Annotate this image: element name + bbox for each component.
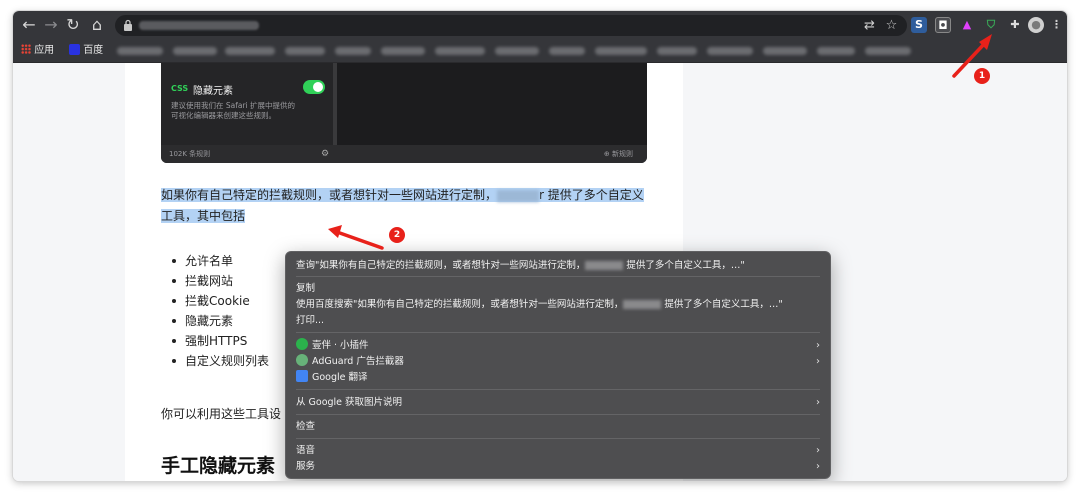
context-menu: 查询"如果你有自己特定的拦截规则，或者想针对一些网站进行定制， 提供了多个自定义…	[285, 251, 831, 479]
bookmark-blurred[interactable]	[381, 47, 425, 55]
hide-elements-title: 隐藏元素	[193, 86, 233, 97]
menu-item-print[interactable]: 打印...	[296, 313, 820, 328]
browser-window: ← → ↻ ⌂ ⇄ ☆ S ◘ ▲ ⛉ ✚ ● ⋮ 应用 百度 CSS 隐藏元素…	[13, 11, 1067, 481]
reload-icon[interactable]: ↻	[63, 15, 83, 35]
bookmark-blurred[interactable]	[117, 47, 163, 55]
list-item: 自定义规则列表	[171, 351, 269, 371]
blurred-word	[585, 261, 624, 270]
bookmark-blurred[interactable]	[707, 47, 753, 55]
camera-extension-icon[interactable]: ◘	[935, 17, 951, 33]
menu-kebab-icon[interactable]: ⋮	[1051, 17, 1062, 33]
bookmark-blurred[interactable]	[335, 47, 371, 55]
menu-item-inspect[interactable]: 检查	[296, 419, 820, 434]
translate-icon[interactable]: ⇄	[862, 18, 877, 33]
menu-item-image-description[interactable]: 从 Google 获取图片说明 ›	[296, 395, 820, 410]
page-viewport[interactable]: CSS 隐藏元素 建议使用我们在 Safari 扩展中提供的可视化编辑器来创建这…	[13, 63, 1067, 481]
menu-separator	[296, 438, 820, 439]
google-translate-icon	[296, 370, 308, 382]
apps-grid-icon	[21, 44, 31, 54]
url-text-blurred	[139, 21, 259, 30]
menu-separator	[296, 389, 820, 390]
bookmark-blurred[interactable]	[595, 47, 647, 55]
adguard-extension-icon[interactable]: ⛉	[983, 17, 999, 33]
panel-description: 建议使用我们在 Safari 扩展中提供的可视化编辑器来创建这些规则。	[171, 101, 296, 120]
address-bar[interactable]: ⇄ ☆	[115, 15, 907, 36]
menu-separator	[296, 276, 820, 277]
rule-count: 102K 条规则	[169, 150, 211, 158]
section-heading: 手工隐藏元素	[161, 455, 276, 477]
bookmark-blurred[interactable]	[763, 47, 807, 55]
chevron-right-icon: ›	[816, 461, 820, 472]
paragraph: 你可以利用这些工具设	[161, 407, 282, 421]
menu-separator	[296, 332, 820, 333]
list-item: 允许名单	[171, 251, 269, 271]
list-item: 隐藏元素	[171, 311, 269, 331]
bookmark-blurred[interactable]	[657, 47, 697, 55]
bookmark-blurred[interactable]	[435, 47, 485, 55]
bookmark-blurred[interactable]	[865, 47, 911, 55]
forward-icon[interactable]: →	[41, 15, 61, 35]
chevron-right-icon: ›	[816, 356, 820, 367]
bookmark-apps[interactable]: 应用	[21, 44, 54, 58]
feature-list: 允许名单 拦截网站 拦截Cookie 隐藏元素 强制HTTPS 自定义规则列表	[171, 251, 269, 371]
bookmark-blurred[interactable]	[173, 47, 217, 55]
home-icon[interactable]: ⌂	[87, 15, 107, 35]
s-extension-icon[interactable]: S	[911, 17, 927, 33]
menu-item-baidu-search[interactable]: 使用百度搜索"如果你有自己特定的拦截规则，或者想针对一些网站进行定制， 提供了多…	[296, 297, 820, 312]
bookmark-star-icon[interactable]: ☆	[884, 18, 899, 33]
bookmark-blurred[interactable]	[285, 47, 325, 55]
browser-toolbar: ← → ↻ ⌂ ⇄ ☆ S ◘ ▲ ⛉ ✚ ● ⋮	[13, 11, 1067, 39]
menu-item-services[interactable]: 服务 ›	[296, 459, 820, 474]
menu-item-adguard[interactable]: AdGuard 广告拦截器 ›	[296, 354, 820, 369]
panel-footer: 102K 条规则 ⚙ ⊕ 新规则	[161, 145, 647, 163]
bookmark-blurred[interactable]	[495, 47, 539, 55]
annotation-badge-2: 2	[389, 227, 405, 243]
menu-separator	[296, 414, 820, 415]
chevron-right-icon: ›	[816, 340, 820, 351]
puzzle-extension-icon[interactable]: ✚	[1007, 17, 1023, 33]
triangle-extension-icon[interactable]: ▲	[959, 17, 975, 33]
new-rule-label: ⊕ 新规则	[603, 150, 633, 158]
chevron-right-icon: ›	[816, 397, 820, 408]
panel-sidebar: CSS 隐藏元素 建议使用我们在 Safari 扩展中提供的可视化编辑器来创建这…	[161, 63, 337, 145]
list-item: 拦截网站	[171, 271, 269, 291]
screenshot-dark-panel: CSS 隐藏元素 建议使用我们在 Safari 扩展中提供的可视化编辑器来创建这…	[161, 63, 647, 163]
menu-item-google-translate[interactable]: Google 翻译	[296, 370, 820, 385]
blurred-word	[497, 189, 540, 202]
bookmark-blurred[interactable]	[549, 47, 585, 55]
menu-item-speech[interactable]: 语音 ›	[296, 443, 820, 458]
chevron-right-icon: ›	[816, 445, 820, 456]
adguard-icon	[296, 354, 308, 366]
css-tag: CSS	[171, 84, 189, 93]
bookmark-baidu[interactable]: 百度	[69, 44, 103, 58]
menu-item-lookup[interactable]: 查询"如果你有自己特定的拦截规则，或者想针对一些网站进行定制， 提供了多个自定义…	[296, 258, 820, 273]
selected-text[interactable]: 如果你有自己特定的拦截规则，或者想针对一些网站进行定制， r 提供了多个自定义工具…	[161, 188, 644, 223]
list-item: 拦截Cookie	[171, 291, 269, 311]
menu-item-copy[interactable]: 复制	[296, 281, 820, 296]
bookmark-blurred[interactable]	[817, 47, 855, 55]
baidu-paw-icon	[69, 44, 80, 55]
hide-elements-toggle	[303, 80, 325, 94]
selected-paragraph[interactable]: 如果你有自己特定的拦截规则，或者想针对一些网站进行定制， r 提供了多个自定义工具…	[161, 185, 651, 227]
bookmark-blurred[interactable]	[225, 47, 275, 55]
menu-item-yiban[interactable]: 壹伴 · 小插件 ›	[296, 338, 820, 353]
blurred-word	[623, 300, 662, 309]
bookmarks-bar: 应用 百度	[13, 39, 1067, 63]
annotation-badge-1: 1	[974, 68, 990, 84]
yiban-icon	[296, 338, 308, 350]
profile-avatar-icon[interactable]: ●	[1028, 17, 1044, 33]
lock-icon	[124, 19, 132, 31]
list-item: 强制HTTPS	[171, 331, 269, 351]
filter-settings-icon: ⚙	[320, 149, 330, 159]
back-icon[interactable]: ←	[19, 15, 39, 35]
